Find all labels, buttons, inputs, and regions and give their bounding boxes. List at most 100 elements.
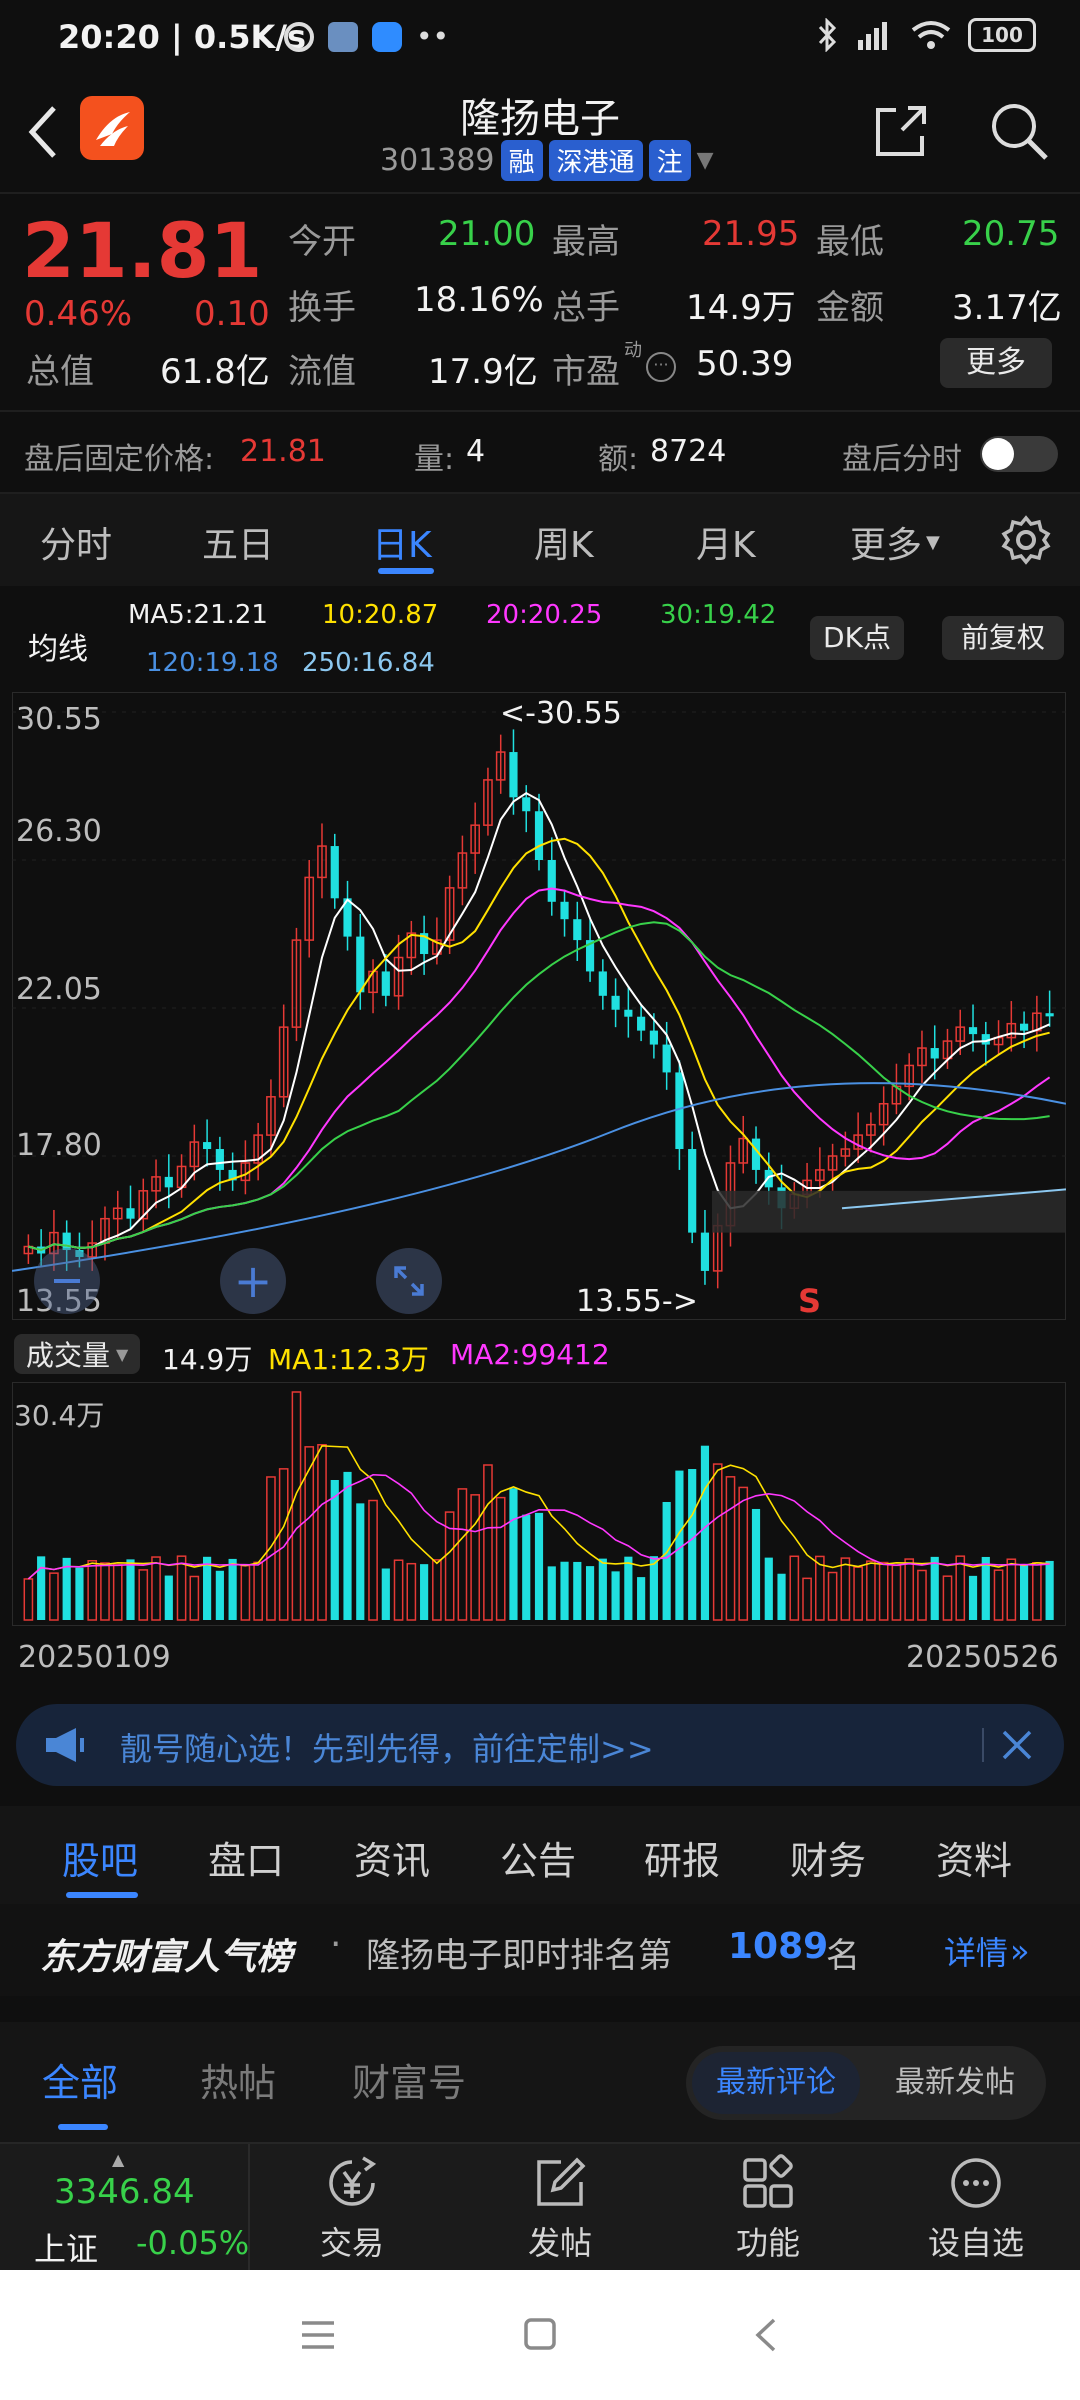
chevron-down-icon: ▼ (926, 531, 940, 553)
volume-bar (164, 1575, 173, 1620)
sort-latest-comment[interactable]: 最新评论 (692, 2052, 860, 2114)
nav-functions[interactable]: 功能 (704, 2154, 832, 2266)
tab-timeshare[interactable]: 分时 (40, 516, 112, 568)
home-icon[interactable] (522, 2316, 558, 2352)
tab-weekly-k[interactable]: 周K (534, 516, 594, 568)
y-tick-1: 26.30 (16, 814, 102, 849)
candle (291, 927, 302, 1042)
y-tick-0: 30.55 (16, 702, 102, 737)
feed-tab-wealth[interactable]: 财富号 (352, 2052, 466, 2107)
tab-more[interactable]: 更多 ▼ (850, 516, 940, 568)
volume-bar (560, 1561, 569, 1620)
menu-icon[interactable] (300, 2318, 336, 2352)
volume-bar (624, 1556, 633, 1620)
nav-watchlist-label: 设自选 (927, 2224, 1024, 2262)
dk-point-button[interactable]: DK点 (810, 616, 904, 660)
volume-bar (176, 1555, 187, 1621)
close-icon[interactable] (1000, 1728, 1034, 1762)
volume-bar (688, 1469, 697, 1620)
volume-bar (1032, 1562, 1042, 1621)
volume-bar (738, 1486, 749, 1621)
volume-bar (215, 1570, 224, 1620)
popularity-ranking[interactable]: 东方财富人气榜 · 隆扬电子即时排名第 1089 名 详情 » (0, 1904, 1080, 1996)
volume-bars (23, 1391, 1054, 1621)
tab-monthly-k[interactable]: 月K (696, 516, 756, 568)
share-icon[interactable] (872, 102, 930, 160)
tab-forum[interactable]: 股吧 (62, 1830, 138, 1885)
price-change-pct: 0.46% (24, 294, 133, 334)
candle (278, 1004, 289, 1108)
candle (547, 837, 556, 916)
index-widget[interactable]: ▲ 3346.84 上证 -0.05% (0, 2144, 249, 2272)
app-icon (284, 22, 314, 52)
ad-banner[interactable]: 靓号随心选！先到先得，前往定制>> (16, 1704, 1064, 1786)
volume-chart[interactable]: 30.4万 (12, 1382, 1066, 1626)
status-time: 20:20 | 0.5K/s (58, 18, 307, 56)
volume-bar (547, 1566, 556, 1620)
volume-bar (598, 1558, 607, 1620)
volume-label: 总手 (552, 288, 620, 328)
after-hours-vol: 4 (466, 434, 486, 469)
tab-profile[interactable]: 资料 (936, 1830, 1012, 1885)
pe-dynamic-sup: 动 (624, 340, 642, 361)
after-hours-price: 21.81 (240, 434, 326, 469)
plus-zoom-button[interactable]: + (220, 1248, 286, 1314)
adjustment-button[interactable]: 前复权 (942, 616, 1064, 660)
battery-icon: 100 (968, 18, 1036, 52)
tab-announcements[interactable]: 公告 (500, 1830, 576, 1885)
minus-zoom-button[interactable] (34, 1248, 100, 1314)
kline-chart[interactable]: 30.55 26.30 22.05 17.80 13.55 <-30.55 13… (12, 692, 1066, 1320)
float-label: 流值 (288, 352, 356, 392)
nav-watchlist[interactable]: 设自选 (912, 2154, 1040, 2266)
ranking-detail-link[interactable]: 详情 » (944, 1928, 1030, 1974)
volume-bar (189, 1575, 200, 1621)
dropdown-icon[interactable]: ▼ (697, 148, 714, 173)
after-hours-amt: 8724 (650, 434, 727, 469)
fullscreen-button[interactable] (376, 1248, 442, 1314)
feed-tab-all[interactable]: 全部 (42, 2052, 118, 2107)
search-icon[interactable] (988, 100, 1050, 162)
pe-info-icon[interactable]: ··· (646, 352, 676, 382)
tab-more-label: 更多 (850, 525, 923, 566)
tab-financials[interactable]: 财务 (790, 1830, 866, 1885)
candle (688, 1131, 697, 1244)
feed-tab-hot[interactable]: 热帖 (200, 2052, 276, 2107)
volume-bar (930, 1556, 939, 1620)
candle (483, 767, 493, 836)
candle (585, 917, 595, 982)
volume-bar (356, 1503, 365, 1620)
sell-signal-marker[interactable]: S (798, 1282, 821, 1320)
ma30-value: 30:19.42 (660, 600, 777, 630)
indicator-selector[interactable]: 成交量 ▼ (14, 1334, 141, 1374)
ma-label[interactable]: 均线 (28, 624, 88, 668)
tab-active-indicator (378, 568, 434, 574)
volume-bar (637, 1577, 646, 1620)
volume-bar (815, 1555, 825, 1621)
tab-five-day[interactable]: 五日 (202, 516, 274, 568)
volume-bar (649, 1556, 658, 1620)
sort-latest-post[interactable]: 最新发帖 (870, 2052, 1040, 2114)
tab-news[interactable]: 资讯 (354, 1830, 430, 1885)
tab-orderbook[interactable]: 盘口 (208, 1830, 284, 1885)
nav-trade[interactable]: 交易 (288, 2154, 416, 2266)
plus-icon: + (233, 1254, 273, 1308)
volume-bar (1045, 1560, 1054, 1620)
candle (560, 889, 569, 937)
back-nav-icon[interactable] (752, 2316, 780, 2354)
ma5-value: MA5:21.21 (128, 600, 268, 630)
volume-bar (381, 1568, 390, 1620)
volume-bar (393, 1559, 404, 1621)
gear-icon[interactable] (1000, 514, 1052, 566)
ranking-number: 1089 (728, 1926, 829, 1967)
after-hours-toggle[interactable] (980, 436, 1058, 472)
tab-daily-k[interactable]: 日K (372, 516, 432, 568)
volume-bar (802, 1577, 812, 1621)
more-stats-button[interactable]: 更多 (940, 338, 1052, 388)
tab-research[interactable]: 研报 (644, 1830, 720, 1885)
candle (738, 1115, 749, 1174)
nav-post[interactable]: 发帖 (496, 2154, 624, 2266)
quote-panel: 21.81 0.46% 0.10 总值 61.8亿 今开 21.00 最高 21… (0, 196, 1080, 408)
ma-legend: 均线 MA5:21.21 10:20.87 20:20.25 30:19.42 … (0, 586, 1080, 690)
ranking-brand: 东方财富人气榜 (40, 1937, 293, 1978)
feed-tab-all-indicator (58, 2124, 108, 2130)
